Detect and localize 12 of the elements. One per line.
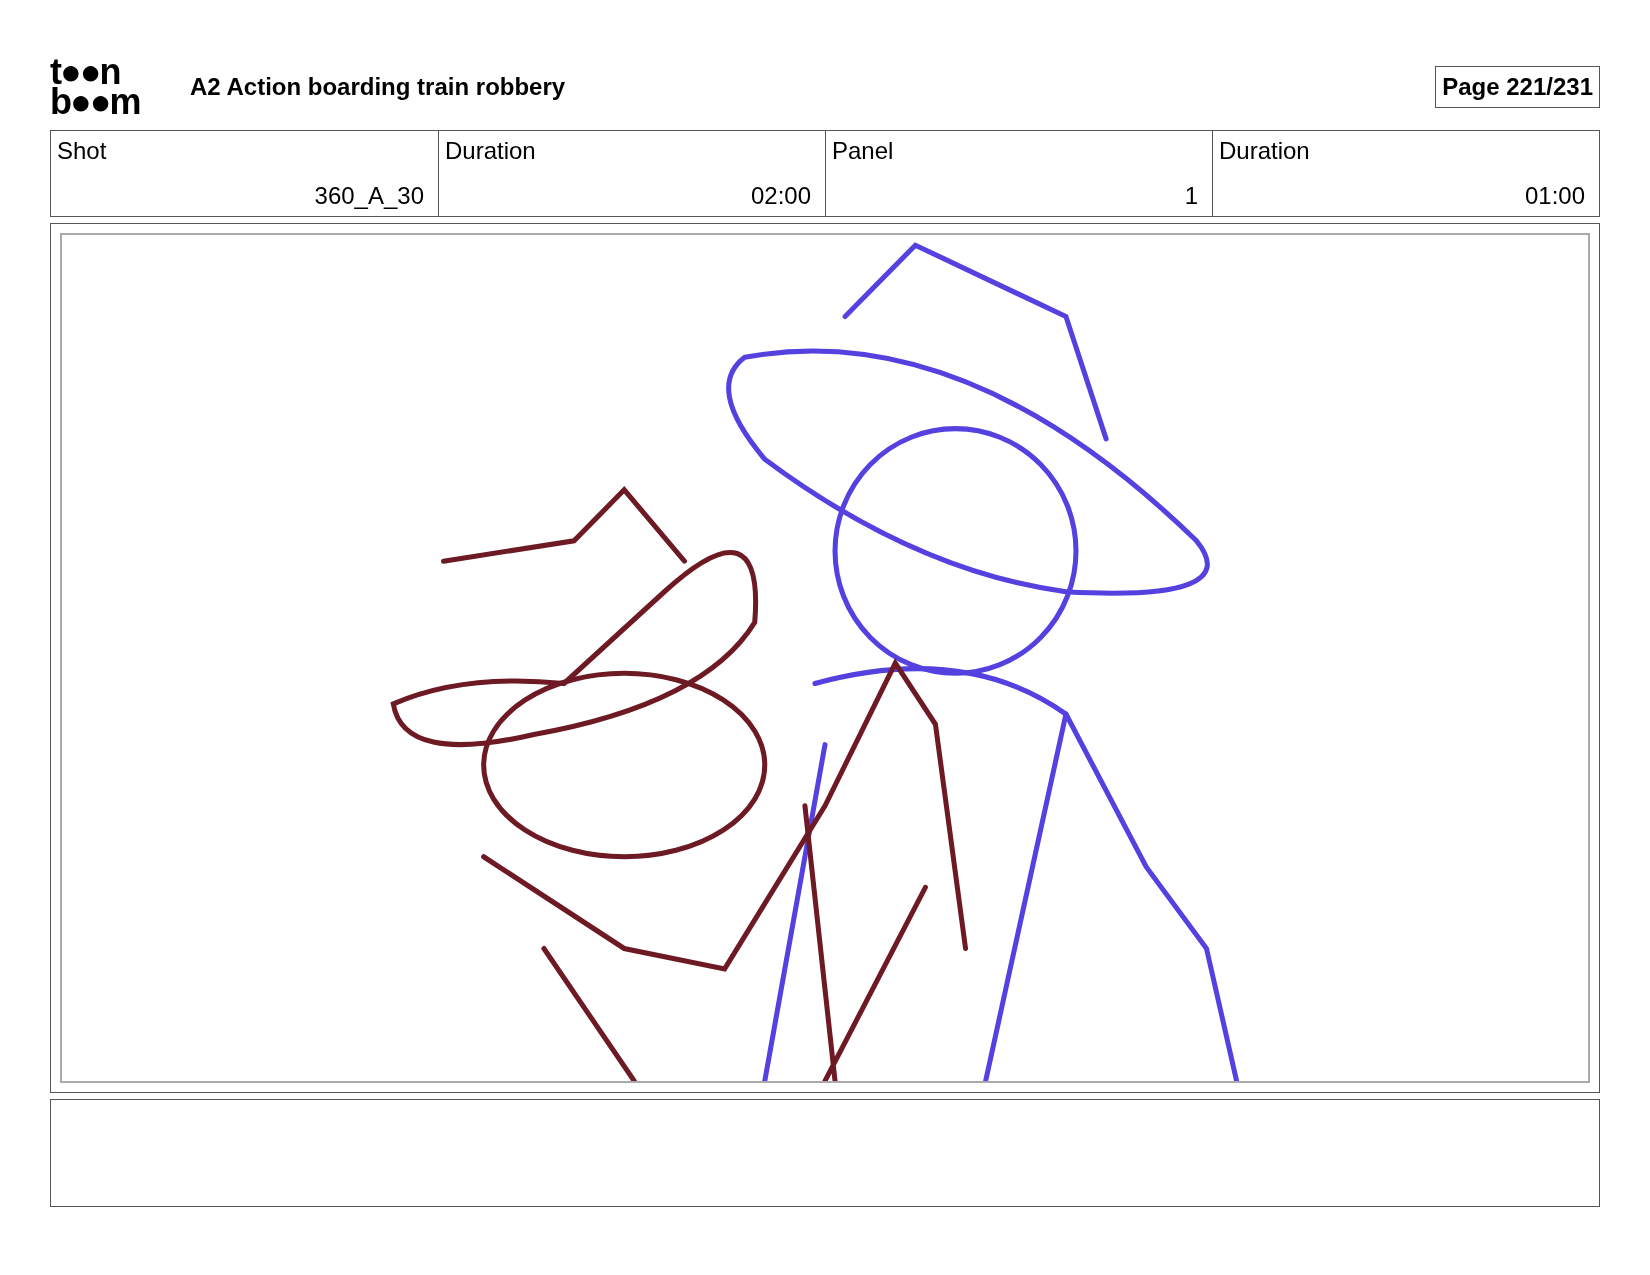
logo-text: t●●n <box>50 57 120 87</box>
page-number: Page 221/231 <box>1435 66 1600 108</box>
field-label: Panel <box>832 137 895 165</box>
field-label: Duration <box>1219 137 1311 165</box>
field-label: Duration <box>445 137 537 165</box>
logo-text: b●●m <box>50 87 141 117</box>
storyboard-title: A2 Action boarding train robbery <box>190 73 567 101</box>
field-value: 1 <box>1184 182 1198 210</box>
field-value: 01:00 <box>1524 182 1585 210</box>
field-label: Shot <box>57 137 108 165</box>
field-value: 02:00 <box>750 182 811 210</box>
field-value: 360_A_30 <box>314 182 424 210</box>
